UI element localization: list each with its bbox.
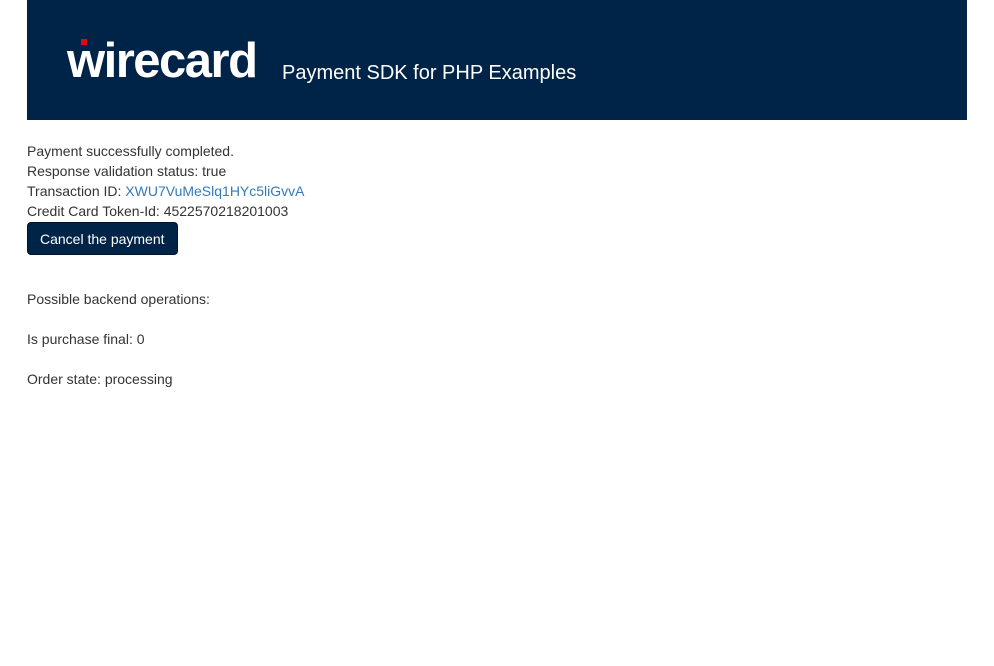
token-id-label: Credit Card Token-Id: — [27, 203, 164, 219]
validation-status-line: Response validation status: true — [27, 161, 927, 181]
token-id-value: 4522570218201003 — [163, 203, 289, 219]
wirecard-logo: wirecard — [67, 34, 258, 88]
transaction-id-line: Transaction ID: XWU7VuMeSlq1HYc5liGvvA — [27, 181, 927, 201]
cancel-payment-button[interactable]: Cancel the payment — [27, 222, 178, 255]
purchase-final-value: 0 — [136, 331, 145, 347]
token-id-line: Credit Card Token-Id: 4522570218201003 — [27, 201, 927, 221]
purchase-final-label: Is purchase final: — [27, 331, 137, 347]
logo-red-dot-icon — [81, 39, 87, 45]
purchase-final-line: Is purchase final: 0 — [27, 329, 145, 349]
order-state-line: Order state: processing — [27, 369, 173, 389]
validation-status-value: true — [202, 163, 227, 179]
transaction-id-label: Transaction ID: — [27, 183, 126, 199]
page-subtitle: Payment SDK for PHP Examples — [282, 62, 577, 84]
order-state-label: Order state: — [27, 371, 105, 387]
validation-status-label: Response validation status: — [27, 163, 203, 179]
transaction-id-link[interactable]: XWU7VuMeSlq1HYc5liGvvA — [125, 183, 304, 199]
page-header: wirecard Payment SDK for PHP Examples — [27, 0, 967, 120]
payment-result: Payment successfully completed. Response… — [27, 141, 927, 255]
backend-operations-label: Possible backend operations: — [27, 291, 210, 307]
status-message: Payment successfully completed. — [27, 143, 234, 159]
order-state-value: processing — [104, 371, 173, 387]
